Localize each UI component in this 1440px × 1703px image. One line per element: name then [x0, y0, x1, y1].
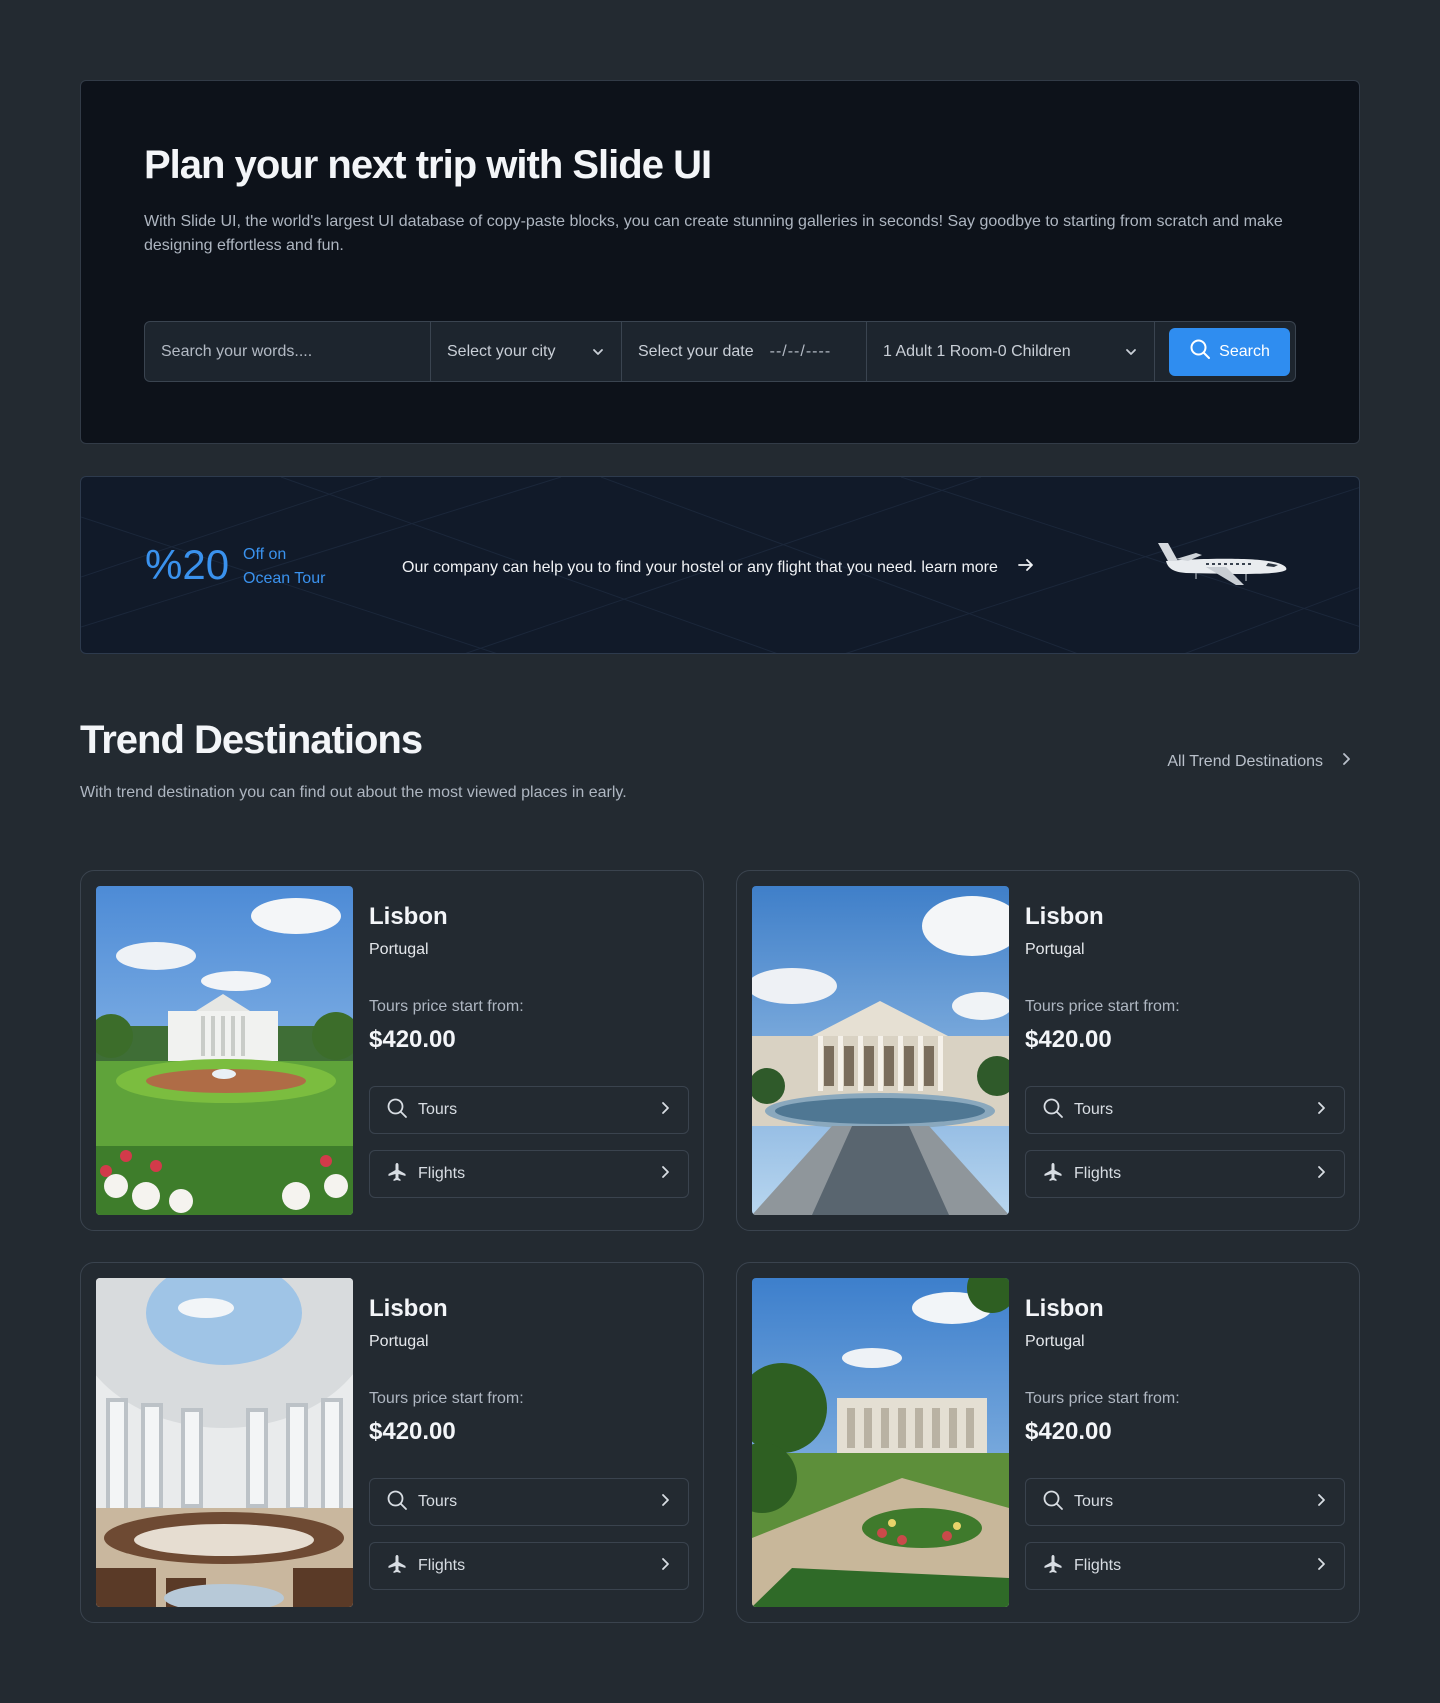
destination-image — [96, 886, 353, 1215]
hero-title: Plan your next trip with Slide UI — [144, 143, 712, 187]
search-icon — [386, 1097, 408, 1124]
search-icon — [1042, 1097, 1064, 1124]
tours-button[interactable]: Tours — [369, 1478, 689, 1526]
chevron-down-icon — [591, 345, 605, 359]
all-trends-link[interactable]: All Trend Destinations — [1167, 752, 1353, 771]
hero-panel: Plan your next trip with Slide UI With S… — [80, 80, 1360, 444]
plane-icon — [386, 1553, 408, 1580]
arrow-right-icon — [1016, 555, 1036, 580]
destination-country: Portugal — [369, 1333, 429, 1350]
destination-city: Lisbon — [1025, 903, 1104, 930]
chevron-down-icon — [1124, 345, 1138, 359]
price-value: $420.00 — [369, 1418, 456, 1445]
chevron-right-icon — [1314, 1493, 1328, 1512]
search-button-wrap: Search — [1155, 322, 1295, 381]
promo-offer-line1: Off on — [243, 546, 287, 563]
destination-city: Lisbon — [369, 1295, 448, 1322]
destination-card: Lisbon Portugal Tours price start from: … — [80, 1262, 704, 1623]
hero-description: With Slide UI, the world's largest UI da… — [144, 213, 1283, 254]
price-label: Tours price start from: — [369, 998, 524, 1015]
search-button-label: Search — [1219, 342, 1270, 360]
city-select-label: Select your city — [447, 342, 556, 360]
search-input[interactable]: Search your words.... — [145, 322, 431, 381]
guests-select[interactable]: 1 Adult 1 Room-0 Children — [867, 322, 1155, 381]
destination-image — [752, 886, 1009, 1215]
search-icon — [386, 1489, 408, 1516]
promo-offer-line2: Ocean Tour — [243, 570, 326, 587]
destination-city: Lisbon — [369, 903, 448, 930]
tours-button[interactable]: Tours — [1025, 1086, 1345, 1134]
price-value: $420.00 — [1025, 1418, 1112, 1445]
plane-icon — [1042, 1161, 1064, 1188]
flights-label: Flights — [1074, 1557, 1122, 1574]
price-value: $420.00 — [369, 1026, 456, 1053]
tours-label: Tours — [418, 1101, 458, 1118]
search-icon — [1042, 1489, 1064, 1516]
date-picker[interactable]: Select your date --/--/---- — [622, 322, 867, 381]
guests-select-label: 1 Adult 1 Room-0 Children — [883, 342, 1071, 360]
destination-card: Lisbon Portugal Tours price start from: … — [736, 870, 1360, 1231]
trends-subtitle: With trend destination you can find out … — [80, 784, 627, 801]
city-select[interactable]: Select your city — [431, 322, 622, 381]
destination-card: Lisbon Portugal Tours price start from: … — [736, 1262, 1360, 1623]
destination-city: Lisbon — [1025, 1295, 1104, 1322]
trends-title: Trend Destinations — [80, 718, 423, 762]
tours-label: Tours — [1074, 1101, 1114, 1118]
search-bar: Search your words.... Select your city S… — [144, 321, 1296, 382]
date-picker-value: --/--/---- — [769, 342, 832, 360]
destination-country: Portugal — [1025, 941, 1085, 958]
price-label: Tours price start from: — [1025, 998, 1180, 1015]
flights-button[interactable]: Flights — [369, 1542, 689, 1590]
chevron-right-icon — [658, 1557, 672, 1576]
promo-percent: %20 — [145, 541, 230, 588]
search-icon — [1189, 338, 1211, 365]
plane-icon — [386, 1161, 408, 1188]
flights-label: Flights — [418, 1165, 466, 1182]
flights-button[interactable]: Flights — [1025, 1150, 1345, 1198]
flights-label: Flights — [418, 1557, 466, 1574]
tours-button[interactable]: Tours — [1025, 1478, 1345, 1526]
tours-button[interactable]: Tours — [369, 1086, 689, 1134]
price-label: Tours price start from: — [1025, 1390, 1180, 1407]
flights-button[interactable]: Flights — [1025, 1542, 1345, 1590]
flights-button[interactable]: Flights — [369, 1150, 689, 1198]
airplane-image — [1158, 543, 1287, 585]
all-trends-label: All Trend Destinations — [1167, 752, 1323, 770]
destination-country: Portugal — [1025, 1333, 1085, 1350]
chevron-right-icon — [1314, 1101, 1328, 1120]
tours-label: Tours — [1074, 1493, 1114, 1510]
promo-offer: Off on Ocean Tour — [243, 543, 325, 591]
destination-card: Lisbon Portugal Tours price start from: … — [80, 870, 704, 1231]
destination-image — [96, 1278, 353, 1607]
flights-label: Flights — [1074, 1165, 1122, 1182]
destination-image — [752, 1278, 1009, 1607]
destination-country: Portugal — [369, 941, 429, 958]
chevron-right-icon — [658, 1493, 672, 1512]
price-label: Tours price start from: — [369, 1390, 524, 1407]
plane-icon — [1042, 1553, 1064, 1580]
price-value: $420.00 — [1025, 1026, 1112, 1053]
promo-banner: %20 Off on Ocean Tour Our company can he… — [80, 476, 1360, 654]
chevron-right-icon — [1339, 752, 1353, 771]
tours-label: Tours — [418, 1493, 458, 1510]
chevron-right-icon — [658, 1101, 672, 1120]
date-picker-label: Select your date — [638, 342, 754, 360]
promo-learn-more[interactable]: Our company can help you to find your ho… — [402, 555, 1036, 580]
chevron-right-icon — [1314, 1557, 1328, 1576]
search-button[interactable]: Search — [1169, 327, 1290, 376]
chevron-right-icon — [658, 1165, 672, 1184]
chevron-right-icon — [1314, 1165, 1328, 1184]
promo-text: Our company can help you to find your ho… — [402, 558, 998, 576]
